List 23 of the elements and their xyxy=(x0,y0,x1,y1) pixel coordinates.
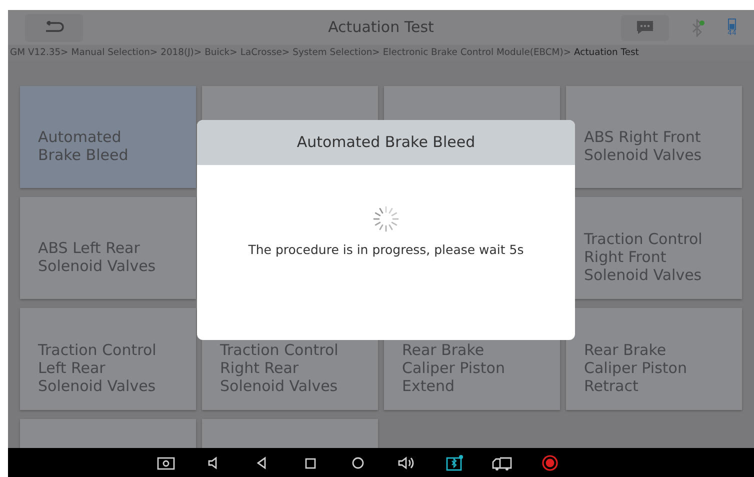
chat-icon xyxy=(636,20,654,35)
breadcrumb-item[interactable]: Buick> xyxy=(204,46,238,60)
test-tile[interactable]: Automated Brake Bleed xyxy=(20,86,196,188)
breadcrumb-item[interactable]: 2018(J)> xyxy=(160,46,202,60)
test-tile[interactable]: ABS Right Front Solenoid Valves xyxy=(566,86,742,188)
breadcrumb-item[interactable]: Actuation Test xyxy=(574,46,639,60)
page-title: Actuation Test xyxy=(328,17,434,38)
test-tile[interactable]: Traction Control Left Rear Solenoid Valves xyxy=(20,308,196,410)
breadcrumb-item[interactable]: LaCrosse> xyxy=(240,46,290,60)
back-icon xyxy=(43,20,65,34)
breadcrumb-item[interactable]: Manual Selection> xyxy=(71,46,158,60)
bluetooth-icon xyxy=(691,18,705,36)
back-button[interactable] xyxy=(25,14,83,42)
test-tile[interactable]: ABS Left Rear Solenoid Valves xyxy=(20,197,196,299)
breadcrumb-item[interactable]: GM V12.35> xyxy=(10,46,68,60)
test-tile[interactable]: Rear Brake Caliper Piston Retract xyxy=(566,308,742,410)
bluetooth-device-icon[interactable] xyxy=(444,452,464,472)
dialog-title: Automated Brake Bleed xyxy=(197,120,575,165)
breadcrumb-item[interactable]: System Selection> xyxy=(292,46,380,60)
breadcrumb-item[interactable]: Electronic Brake Control Module(EBCM)> xyxy=(382,46,572,60)
progress-message: The procedure is in progress, please wait 5s xyxy=(248,241,524,259)
battery-icon xyxy=(728,18,736,30)
record-icon[interactable] xyxy=(540,452,560,472)
